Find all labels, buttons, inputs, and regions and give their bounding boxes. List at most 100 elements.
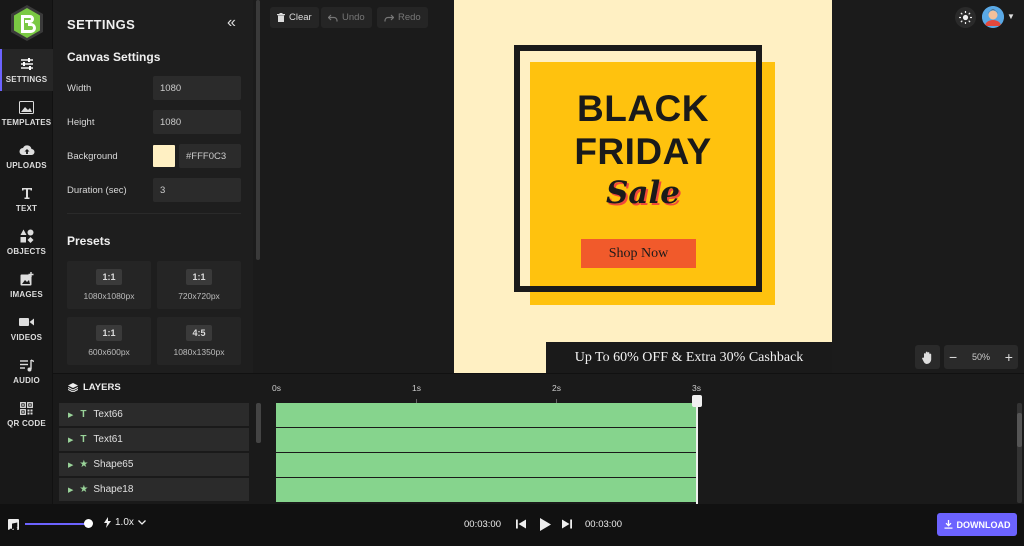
total-time: 00:03:00 [585,519,622,530]
image-icon [19,99,35,115]
audio-track-icon[interactable] [8,519,19,533]
zoom-out-button[interactable]: − [949,349,957,365]
layer-name: Text61 [93,434,123,445]
download-button[interactable]: DOWNLOAD [937,513,1017,536]
undo-label: Undo [342,12,365,23]
rail-item-audio[interactable]: AUDIO [0,350,53,392]
rail-item-templates[interactable]: TEMPLATES [0,92,53,134]
download-label: DOWNLOAD [956,519,1011,530]
rail-item-settings[interactable]: SETTINGS [0,49,53,91]
redo-icon [384,14,394,21]
avatar-icon [982,6,1004,28]
rail-item-label: TEMPLATES [1,118,52,127]
ruler-tick-label: 2s [552,383,561,393]
preset-size: 1080x1350px [173,347,225,357]
height-row: Height 1080 [67,110,241,134]
layer-name: Shape18 [93,484,134,495]
play-layer-icon[interactable]: ▶ [68,436,73,444]
collapse-panel-icon[interactable]: « [227,14,236,32]
presets-title: Presets [67,234,111,248]
playback-speed-select[interactable]: 1.0x [104,517,146,528]
add-image-icon [19,271,35,287]
height-label: Height [67,116,95,128]
background-label: Background [67,150,118,162]
hand-icon [922,351,932,364]
video-camera-icon [19,314,35,330]
section-divider [67,213,241,214]
ad-headline-friday[interactable]: FRIDAY [454,131,832,173]
preset-600x600[interactable]: 1:1 600x600px [67,317,151,365]
layer-row[interactable]: ▶ ★ Shape65 [59,453,249,476]
layers-icon [68,383,78,392]
lightning-icon [104,517,111,528]
layers-scrollbar[interactable] [256,403,261,443]
chevron-down-icon [137,520,146,525]
redo-label: Redo [398,12,421,23]
volume-slider-track[interactable] [25,523,88,525]
rail-item-videos[interactable]: VIDEOS [0,307,53,349]
width-label: Width [67,82,92,94]
timeline-track-bar[interactable] [276,403,697,427]
timeline-track-bar[interactable] [276,453,697,477]
undo-button[interactable]: Undo [321,7,372,28]
timeline-scrollbar[interactable] [1017,403,1022,503]
duration-input[interactable]: 3 [153,178,241,202]
duration-row: Duration (sec) 3 [67,178,241,202]
rail-item-images[interactable]: IMAGES [0,264,53,306]
preset-size: 1080x1080px [83,291,135,301]
preset-size: 600x600px [88,347,130,357]
left-nav-rail: SETTINGS TEMPLATES UPLOADS TEXT OBJECTS … [0,0,53,504]
play-button[interactable] [538,516,552,532]
user-avatar[interactable] [982,6,1004,28]
width-row: Width 1080 [67,76,241,100]
redo-button[interactable]: Redo [377,7,428,28]
layer-row[interactable]: ▶ ★ Shape18 [59,478,249,501]
clear-button[interactable]: Clear [270,7,319,28]
volume-slider-handle[interactable] [84,519,93,528]
timeline-track-bar[interactable] [276,478,697,502]
skip-back-button[interactable] [514,516,528,532]
play-layer-icon[interactable]: ▶ [68,461,73,469]
ad-headline-black[interactable]: BLACK [454,88,832,130]
theme-toggle-button[interactable] [955,7,976,28]
play-layer-icon[interactable]: ▶ [68,486,73,494]
ad-offer-banner[interactable]: Up To 60% OFF & Extra 30% Cashback [546,342,832,373]
layer-row[interactable]: ▶ T Text61 [59,428,249,451]
preset-size: 720x720px [178,291,220,301]
panel-scrollbar[interactable] [256,0,260,260]
account-menu-chevron-down-icon[interactable]: ▼ [1007,12,1015,21]
play-layer-icon[interactable]: ▶ [68,411,73,419]
layer-row[interactable]: ▶ T Text66 [59,403,249,426]
ad-sale-text[interactable]: Sale [454,175,832,211]
pan-tool-button[interactable] [915,345,940,369]
timeline-track-bar[interactable] [276,428,697,452]
preset-ratio: 1:1 [96,269,122,285]
rail-item-qr-code[interactable]: QR CODE [0,393,53,435]
width-input[interactable]: 1080 [153,76,241,100]
qr-code-icon [19,400,35,416]
rail-item-label: UPLOADS [6,161,47,170]
skip-forward-button[interactable] [560,516,574,532]
rail-item-uploads[interactable]: UPLOADS [0,135,53,177]
layers-title: LAYERS [83,382,121,393]
star-shape-icon: ★ [79,459,89,470]
design-canvas[interactable]: BLACK FRIDAY Sale Shop Now [454,0,832,373]
rail-item-objects[interactable]: OBJECTS [0,221,53,263]
preset-ratio: 1:1 [96,325,122,341]
playhead-line[interactable] [696,400,698,504]
ad-shop-now-button[interactable]: Shop Now [581,239,696,268]
preset-1080x1080[interactable]: 1:1 1080x1080px [67,261,151,309]
height-input[interactable]: 1080 [153,110,241,134]
duration-label: Duration (sec) [67,184,127,196]
music-list-icon [19,357,35,373]
zoom-in-button[interactable]: + [1005,349,1013,365]
settings-panel: SETTINGS « Canvas Settings Width 1080 He… [53,0,253,373]
playhead-handle[interactable] [692,395,702,407]
text-type-icon: T [80,434,87,445]
preset-720x720[interactable]: 1:1 720x720px [157,261,241,309]
preset-1080x1350[interactable]: 4:5 1080x1350px [157,317,241,365]
rail-item-text[interactable]: TEXT [0,178,53,220]
background-color-swatch[interactable] [153,145,175,167]
background-color-input[interactable]: #FFF0C3 [179,144,241,168]
rail-item-label: QR CODE [7,419,46,428]
